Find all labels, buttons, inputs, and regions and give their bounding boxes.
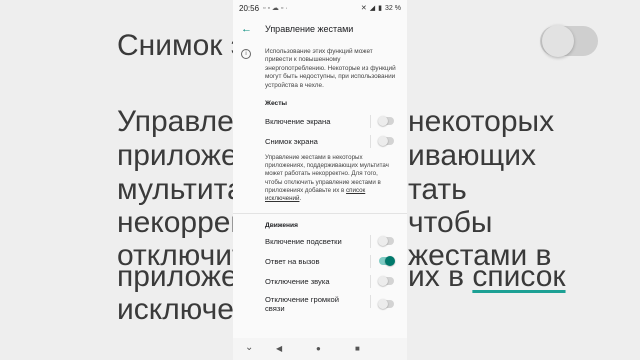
divider [370, 135, 371, 149]
setting-label: Снимок экрана [265, 136, 318, 146]
setting-label: Отключение звука [265, 276, 330, 286]
setting-row-backlight[interactable]: Включение подсветки [233, 231, 407, 251]
setting-label: Ответ на вызов [265, 256, 320, 266]
toggle-switch[interactable] [379, 255, 395, 266]
toggle-knob [378, 235, 388, 246]
setting-row-screen-on[interactable]: Включение экрана [233, 111, 407, 131]
divider [370, 115, 371, 129]
info-icon: i [241, 49, 251, 59]
toggle-knob [378, 135, 388, 146]
nav-down-icon[interactable]: ⌄ [245, 342, 253, 353]
back-arrow-icon[interactable]: ← [241, 23, 257, 35]
section-header-motions: Движения [265, 222, 298, 230]
nav-back-icon[interactable]: ◀ [276, 344, 282, 353]
divider [370, 275, 371, 289]
cell-signal-icon: ◢ [369, 5, 376, 12]
divider [370, 295, 371, 309]
bg-line: исключен [117, 293, 251, 326]
toggle-switch[interactable] [378, 135, 394, 146]
signal-off-icon: ✕ [360, 5, 367, 12]
toggle-knob [385, 255, 395, 266]
setting-row-speaker-off[interactable]: Отключение громкой связи [233, 291, 407, 317]
battery-percent: 32 % [385, 4, 401, 12]
toggle-switch[interactable] [378, 275, 394, 286]
divider [370, 235, 371, 249]
battery-icon: ▮ [378, 5, 383, 12]
info-text: Использование этих функций может привест… [265, 48, 396, 89]
nav-home-icon[interactable]: ● [316, 344, 321, 353]
status-time: 20:56 [239, 3, 260, 13]
toggle-switch[interactable] [378, 115, 394, 126]
bg-link: список [472, 260, 566, 293]
setting-label: Включение экрана [265, 116, 331, 126]
divider [370, 255, 371, 269]
notification-icons: ▫ ▫ ☁ ▫ · [263, 5, 288, 12]
toggle-switch[interactable] [378, 298, 394, 309]
section-header-gestures: Жесты [265, 100, 288, 108]
info-block: i Использование этих функций может приве… [233, 42, 407, 90]
setting-row-answer-call[interactable]: Ответ на вызов [233, 251, 407, 271]
toggle-knob [378, 115, 388, 126]
note-text: Управление жестами в некоторых приложени… [265, 154, 389, 194]
app-bar: ← Управление жестами [233, 16, 407, 42]
status-bar: 20:56 ▫ ▫ ☁ ▫ · ✕ ◢ ▮ 32 % [233, 0, 407, 16]
toggle-knob [378, 275, 388, 286]
note-end: . [299, 195, 302, 203]
bg-line-part: их в [408, 260, 465, 293]
toggle-switch[interactable] [378, 235, 394, 246]
gestures-note: Управление жестами в некоторых приложени… [233, 151, 407, 203]
bg-line: их в список [408, 257, 566, 297]
nav-recents-icon[interactable]: ■ [355, 344, 360, 353]
toggle-knob [378, 298, 388, 309]
bg-toggle [540, 25, 598, 57]
status-right: ✕ ◢ ▮ 32 % [360, 4, 401, 13]
setting-row-screenshot[interactable]: Снимок экрана [233, 131, 407, 151]
page-title: Управление жестами [265, 24, 354, 34]
setting-label: Включение подсветки [265, 236, 342, 246]
setting-label: Отключение громкой связи [265, 295, 340, 314]
setting-row-mute[interactable]: Отключение звука [233, 271, 407, 291]
phone-screen: 20:56 ▫ ▫ ☁ ▫ · ✕ ◢ ▮ 32 % ← Управление … [233, 0, 407, 360]
navigation-bar: ⌄ ◀ ● ■ [233, 338, 407, 360]
